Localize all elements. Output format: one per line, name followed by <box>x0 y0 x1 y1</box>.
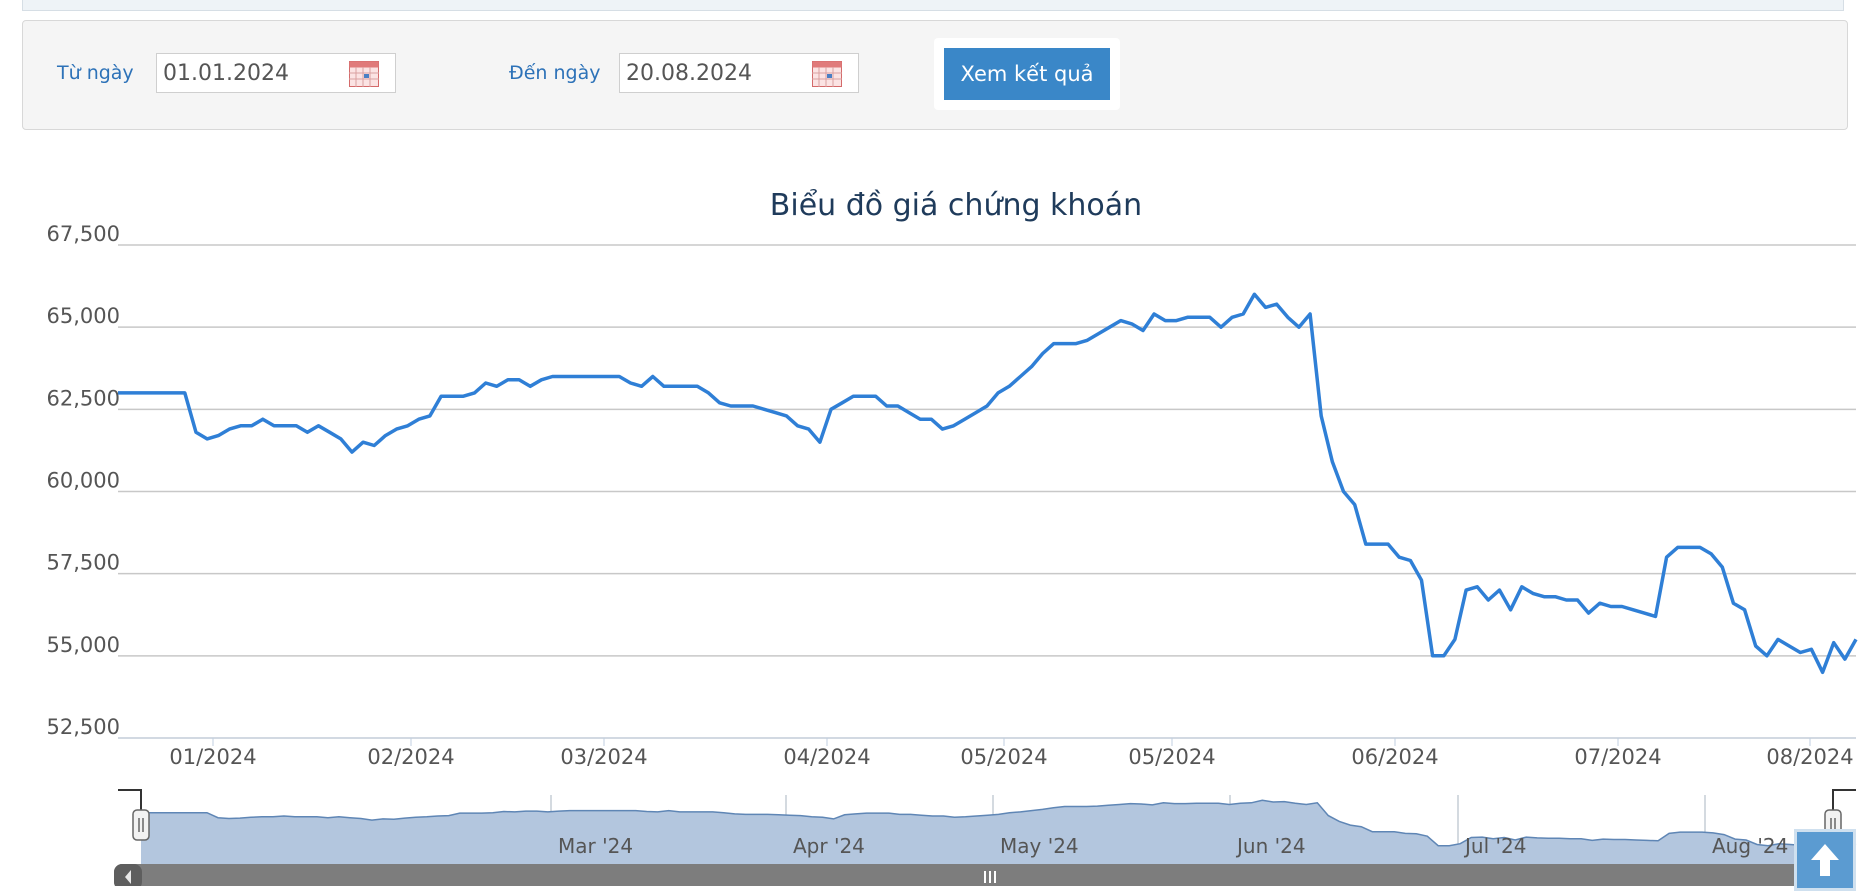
navigator-label: Mar '24 <box>558 834 633 858</box>
y-tick-label: 67,500 <box>47 222 120 246</box>
x-tick-label: 07/2024 <box>1574 745 1661 769</box>
price-line <box>118 292 1858 675</box>
chart-title: Biểu đồ giá chứng khoán <box>770 187 1142 223</box>
y-tick-label: 65,000 <box>47 304 120 328</box>
navigator-label: Jul '24 <box>1463 834 1526 858</box>
x-tick-label: 08/2024 <box>1766 745 1853 769</box>
x-tick-label: 06/2024 <box>1351 745 1438 769</box>
scrollbar[interactable] <box>114 864 1856 886</box>
y-tick-label: 55,000 <box>47 633 120 657</box>
navigator-label: May '24 <box>1000 834 1079 858</box>
x-tick-label: 04/2024 <box>783 745 870 769</box>
y-tick-label: 62,500 <box>47 386 120 410</box>
x-tick-label: 05/2024 <box>960 745 1047 769</box>
x-tick-label: 01/2024 <box>169 745 256 769</box>
back-to-top-button[interactable] <box>1794 829 1856 891</box>
y-tick-label: 57,500 <box>47 551 120 575</box>
navigator-area <box>141 800 1856 864</box>
x-tick-label: 02/2024 <box>367 745 454 769</box>
price-series <box>118 292 1858 675</box>
navigator-label: Apr '24 <box>793 834 865 858</box>
x-axis: 01/2024 02/2024 03/2024 04/2024 05/2024 05/20… <box>169 738 1854 769</box>
y-tick-label: 60,000 <box>47 469 120 493</box>
x-tick-label: 03/2024 <box>560 745 647 769</box>
navigator-label: Jun '24 <box>1235 834 1306 858</box>
x-tick-label: 05/2024 <box>1128 745 1215 769</box>
navigator-left-handle[interactable] <box>132 809 150 841</box>
stock-price-chart: Biểu đồ giá chứng khoán 52,500 55,000 57,5… <box>47 187 1858 886</box>
range-navigator[interactable]: Mar '24 Apr '24 May '24 Jun '24 Jul '24 Aug '… <box>118 789 1857 864</box>
y-grid <box>118 244 1856 739</box>
arrow-up-icon <box>1811 844 1839 876</box>
navigator-outline <box>118 789 1856 810</box>
navigator-label: Aug '24 <box>1712 834 1788 858</box>
y-axis: 52,500 55,000 57,500 60,000 62,500 65,000 67,5… <box>47 222 120 739</box>
y-tick-label: 52,500 <box>47 715 120 739</box>
